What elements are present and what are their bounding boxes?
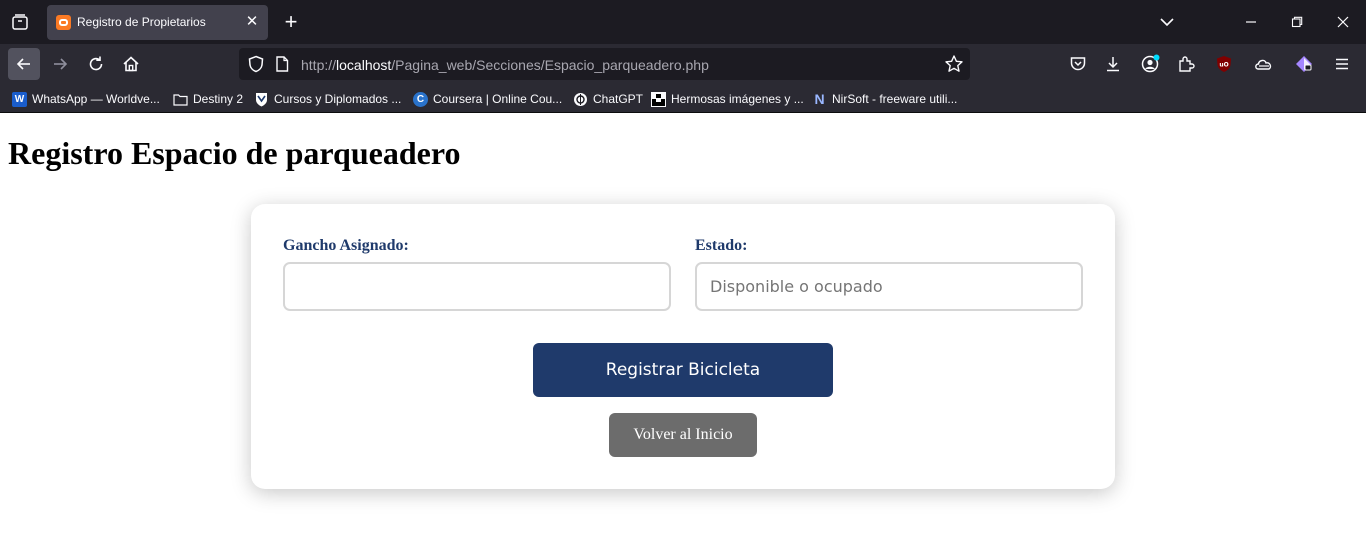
star-icon[interactable] [944, 54, 964, 79]
registration-form: Gancho Asignado: Estado: Registrar Bicic… [251, 204, 1115, 489]
url-text[interactable]: http://localhost/Pagina_web/Secciones/Es… [301, 57, 709, 73]
tracking-shield-icon[interactable] [247, 55, 265, 78]
bookmark-label: Cursos y Diplomados ... [274, 92, 402, 106]
bookmark-hermosas[interactable]: Hermosas imágenes y ... [651, 90, 804, 108]
url-scheme: http:// [301, 57, 337, 73]
estado-label: Estado: [695, 237, 748, 254]
close-icon[interactable]: ✕ [244, 14, 260, 30]
nirsoft-icon: N [814, 91, 825, 107]
bookmark-nirsoft[interactable]: N NirSoft - freeware utili... [812, 90, 957, 108]
bookmark-label: WhatsApp — Worldve... [32, 92, 160, 106]
page-icon[interactable] [275, 56, 289, 77]
chevron-down-icon[interactable] [1157, 12, 1177, 32]
extensions-icon[interactable] [1174, 52, 1198, 76]
gancho-input[interactable] [283, 262, 671, 311]
ublock-icon[interactable]: uO [1212, 52, 1236, 76]
gancho-label: Gancho Asignado: [283, 237, 409, 254]
proton-pass-icon[interactable] [1292, 52, 1316, 76]
bookmark-cursos[interactable]: Cursos y Diplomados ... [254, 90, 401, 108]
back-button[interactable] [8, 48, 40, 80]
back-home-button[interactable]: Volver al Inicio [609, 413, 757, 457]
forward-button[interactable] [44, 48, 76, 80]
bookmark-label: ChatGPT [593, 92, 644, 106]
page-title: Registro Espacio de parqueadero [8, 135, 461, 171]
bookmark-label: Hermosas imágenes y ... [671, 92, 804, 106]
chatgpt-icon [573, 92, 588, 107]
bookmarks-toolbar: W WhatsApp — Worldve... Destiny 2 Cursos… [0, 84, 1366, 113]
account-icon[interactable] [1138, 52, 1162, 76]
bookmark-coursera[interactable]: C Coursera | Online Cou... [413, 90, 562, 108]
tab-title: Registro de Propietarios [77, 15, 206, 29]
tab-list-icon[interactable] [6, 8, 34, 36]
bookmark-label: Destiny 2 [193, 92, 244, 106]
xampp-icon [56, 15, 71, 30]
estado-input[interactable] [695, 262, 1083, 311]
bookmark-chatgpt[interactable]: ChatGPT [573, 90, 643, 108]
download-icon[interactable] [1101, 52, 1125, 76]
extension-cloud-icon[interactable] [1252, 52, 1276, 76]
bookmark-label: Coursera | Online Cou... [433, 92, 563, 106]
w-icon: W [12, 91, 27, 107]
home-button[interactable] [115, 48, 147, 80]
coursera-icon: C [413, 91, 428, 107]
window-close-button[interactable] [1320, 0, 1366, 44]
active-tab[interactable]: Registro de Propietarios ✕ [47, 5, 268, 40]
url-path: /Pagina_web/Secciones/Espacio_parqueader… [391, 57, 709, 73]
reload-button[interactable] [80, 48, 112, 80]
new-tab-button[interactable]: + [279, 9, 303, 35]
minimize-button[interactable] [1228, 0, 1274, 44]
navigation-bar: http://localhost/Pagina_web/Secciones/Es… [0, 44, 1366, 84]
url-bar[interactable]: http://localhost/Pagina_web/Secciones/Es… [239, 48, 970, 80]
bookmark-label: NirSoft - freeware utili... [832, 92, 958, 106]
tab-strip: Registro de Propietarios ✕ + [0, 0, 1366, 44]
svg-text:uO: uO [1219, 62, 1228, 69]
register-bicycle-button[interactable]: Registrar Bicicleta [533, 343, 833, 397]
menu-icon[interactable] [1330, 52, 1354, 76]
url-host: localhost [336, 57, 392, 73]
shield-icon [254, 92, 269, 107]
pocket-icon[interactable] [1066, 52, 1090, 76]
unsplash-icon [651, 91, 666, 107]
bookmark-whatsapp[interactable]: W WhatsApp — Worldve... [12, 90, 160, 108]
restore-button[interactable] [1274, 0, 1320, 44]
folder-icon [173, 92, 188, 107]
bookmark-destiny[interactable]: Destiny 2 [173, 90, 243, 108]
